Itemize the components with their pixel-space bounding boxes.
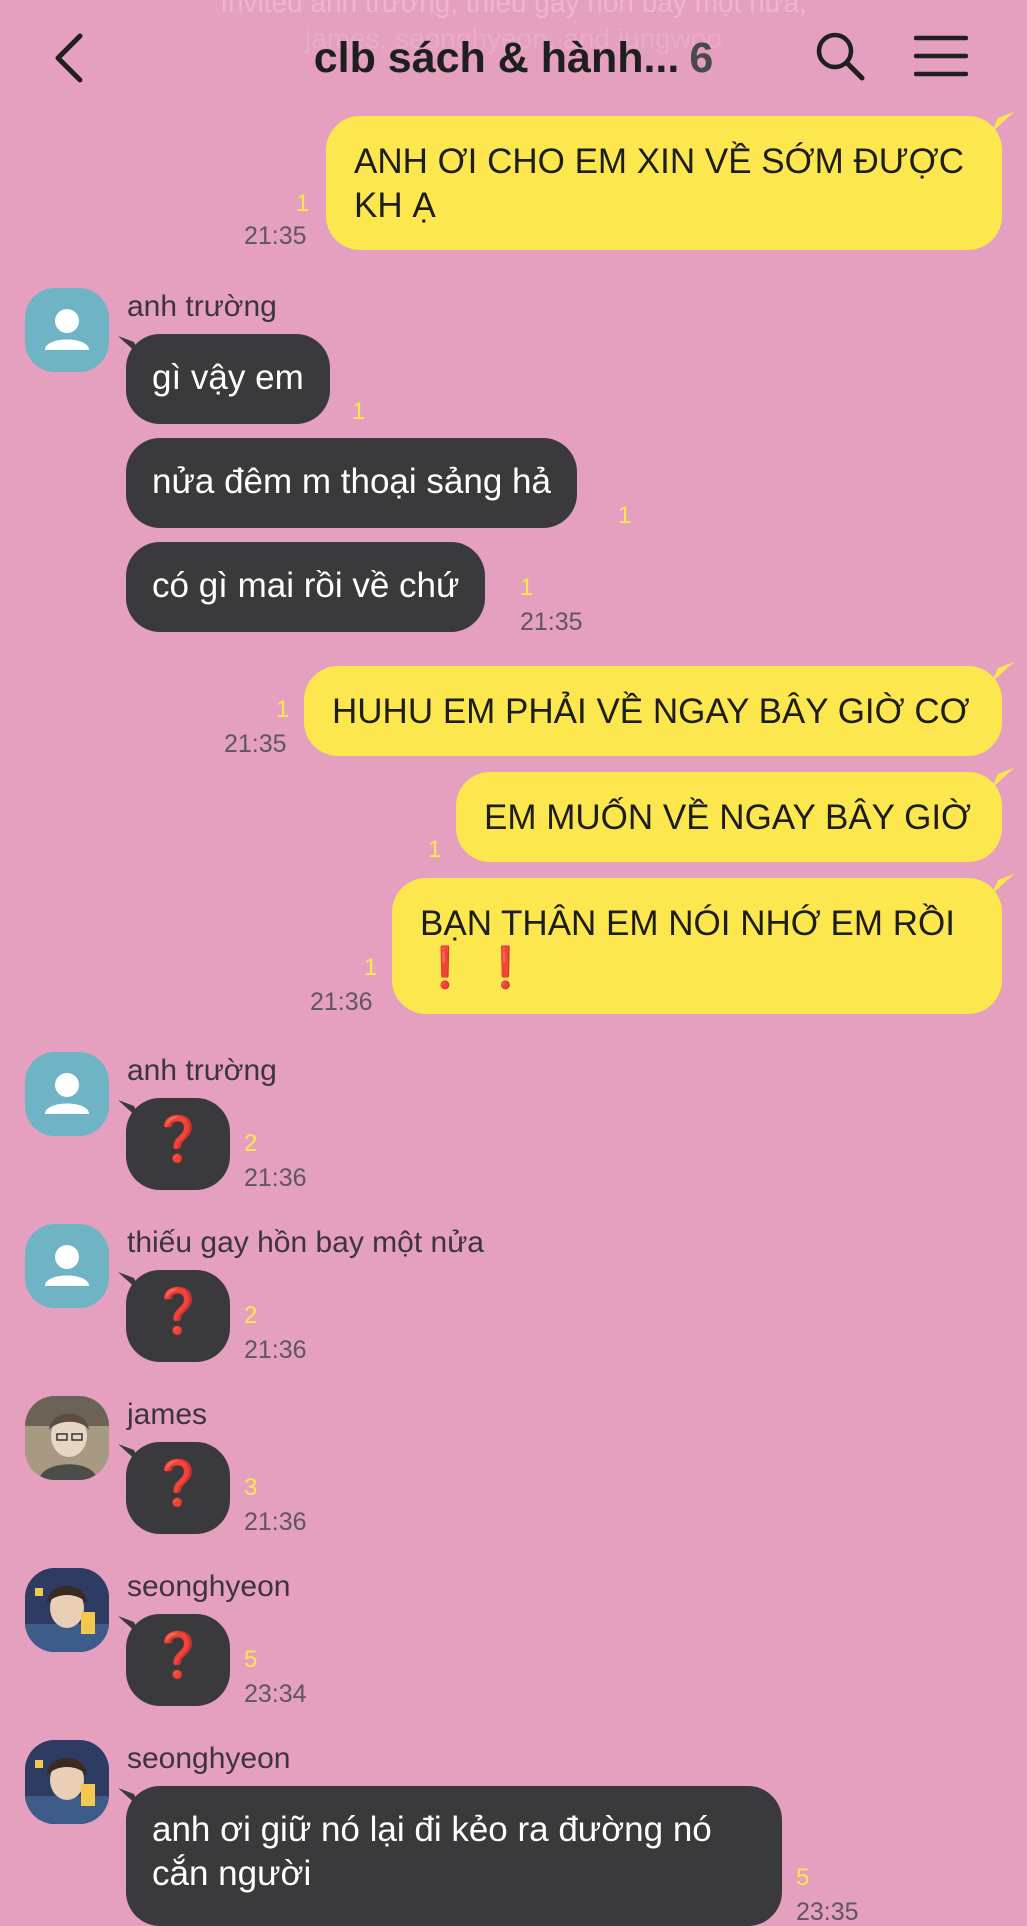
message-bubble-mine[interactable]: BẠN THÂN EM NÓI NHỚ EM RỒI ❗ ❗ [392,878,1002,1014]
message-text: HUHU EM PHẢI VỀ NGAY BÂY GIỜ CƠ [332,692,970,731]
unread-count: 1 [618,502,632,529]
sender-name: anh trường [127,1054,277,1087]
message-bubble-theirs[interactable]: ❓ [126,1442,230,1534]
bubble-tail [992,662,1014,682]
message-time: 23:34 [244,1680,307,1708]
message-bubble-theirs[interactable]: anh ơi giữ nó lại đi kẻo ra đường nó cắn… [126,1786,782,1926]
unread-count: 1 [364,954,378,981]
question-emoji: ❓ [150,1287,206,1336]
question-emoji: ❓ [150,1459,206,1508]
avatar-photo[interactable] [25,1396,109,1480]
question-emoji: ❓ [150,1115,206,1164]
search-icon [816,32,865,81]
message-time: 21:36 [244,1336,307,1364]
message-text: có gì mai rồi về chứ [152,566,460,605]
message-text: anh ơi giữ nó lại đi kẻo ra đường nó cắn… [152,1810,712,1893]
bubble-tail [992,768,1014,788]
profile-photo-seonghyeon [25,1568,109,1652]
bubble-tail [992,112,1014,132]
message-bubble-theirs[interactable]: ❓ [126,1614,230,1706]
unread-count: 5 [244,1646,258,1673]
exclamation-emoji: ❗ ❗ [420,946,531,990]
unread-count: 3 [244,1474,258,1501]
message-bubble-theirs[interactable]: có gì mai rồi về chứ [126,542,486,632]
bubble-tail [118,1444,140,1464]
sender-name: james [127,1398,208,1431]
unread-count: 2 [244,1130,258,1157]
message-time: 21:36 [244,1164,307,1192]
unread-count: 1 [428,836,442,863]
avatar-photo[interactable] [25,1568,109,1652]
message-bubble-theirs[interactable]: gì vậy em [126,334,330,424]
bubble-tail [118,1100,140,1120]
member-count: 6 [689,34,714,82]
message-bubble-mine[interactable]: EM MUỐN VỀ NGAY BÂY GIỜ [456,772,1002,862]
message-bubble-mine[interactable]: ANH ƠI CHO EM XIN VỀ SỚM ĐƯỢC KH Ạ [326,116,1002,250]
message-time: 21:35 [244,222,307,250]
chat-title[interactable]: clb sách & hành... 6 [0,34,1027,83]
default-user-icon [45,1245,89,1286]
message-time: 21:35 [520,608,583,636]
message-bubble-theirs[interactable]: ❓ [126,1270,230,1362]
unread-count: 1 [276,696,290,723]
message-bubble-theirs[interactable]: nửa đêm m thoại sảng hả [126,438,577,528]
unread-count: 5 [796,1864,810,1891]
bubble-tail [118,1788,140,1808]
message-text: EM MUỐN VỀ NGAY BÂY GIỜ [484,798,972,837]
unread-count: 1 [352,398,366,425]
sender-name: seonghyeon [127,1742,291,1775]
avatar[interactable] [25,1224,109,1308]
unread-count: 1 [520,574,534,601]
profile-photo-seonghyeon [25,1740,109,1824]
message-text: gì vậy em [152,358,304,397]
profile-photo-james [25,1396,109,1480]
unread-count: 1 [296,190,310,217]
message-text: ANH ƠI CHO EM XIN VỀ SỚM ĐƯỢC KH Ạ [354,142,964,225]
default-user-icon [45,309,89,350]
avatar-photo[interactable] [25,1740,109,1824]
message-bubble-theirs[interactable]: ❓ [126,1098,230,1190]
message-time: 21:35 [224,730,287,758]
message-bubble-mine[interactable]: HUHU EM PHẢI VỀ NGAY BÂY GIỜ CƠ [304,666,1002,756]
sender-name: thiếu gay hồn bay một nửa [127,1226,484,1259]
question-emoji: ❓ [150,1631,206,1680]
avatar[interactable] [25,288,109,372]
message-text: nửa đêm m thoại sảng hả [152,462,551,501]
menu-button[interactable] [913,34,969,78]
avatar[interactable] [25,1052,109,1136]
hamburger-menu-icon [913,35,969,77]
message-text: BẠN THÂN EM NÓI NHỚ EM RỒI [420,904,955,943]
bubble-tail [992,874,1014,894]
bubble-tail [118,1616,140,1636]
message-time: 21:36 [310,988,373,1016]
bubble-tail [118,1272,140,1292]
chat-header: clb sách & hành... 6 [0,0,1027,115]
chat-title-text: clb sách & hành... [313,34,680,82]
default-user-icon [45,1073,89,1114]
message-time: 23:35 [796,1898,859,1926]
search-button[interactable] [814,30,866,82]
unread-count: 2 [244,1302,258,1329]
bubble-tail [118,336,140,356]
sender-name: seonghyeon [127,1570,291,1603]
sender-name: anh trường [127,290,277,323]
message-time: 21:36 [244,1508,307,1536]
